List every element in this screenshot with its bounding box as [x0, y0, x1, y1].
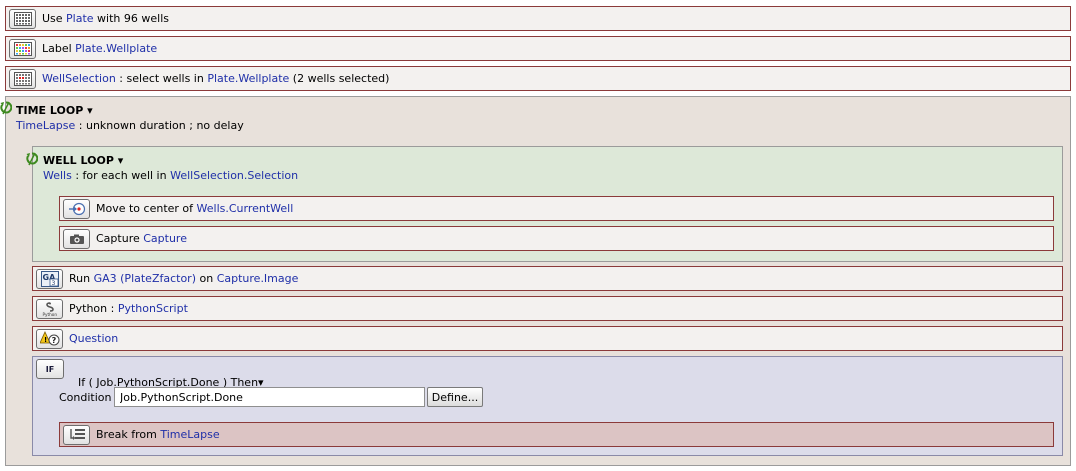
time-loop-description: TimeLapse : unknown duration ; no delay [16, 119, 244, 132]
loop-icon[interactable] [0, 101, 12, 115]
capture-prefix: Capture [96, 232, 144, 245]
timelapse-link[interactable]: TimeLapse [16, 119, 75, 132]
label-task[interactable]: Label Plate.Wellplate [5, 36, 1071, 61]
use-plate-task[interactable]: Use Plate with 96 wells [5, 6, 1071, 31]
well-plate-label-icon[interactable] [9, 38, 36, 59]
condition-input[interactable] [114, 387, 425, 407]
python-task[interactable]: Python Python : PythonScript [32, 296, 1063, 321]
run-ga3-task[interactable]: GA 3 Run GA3 (PlateZfactor) on Capture.Im… [32, 266, 1063, 291]
plate-link[interactable]: Plate [66, 12, 94, 25]
ga3-platezfactor-link[interactable]: GA3 (PlateZfactor) [94, 272, 196, 285]
python-prefix: Python : [69, 302, 118, 315]
camera-icon[interactable] [63, 228, 90, 249]
move-to-center-task[interactable]: Move to center of Wells.CurrentWell [59, 196, 1054, 221]
move-prefix: Move to center of [96, 202, 197, 215]
run-prefix: Run [69, 272, 94, 285]
capture-image-link[interactable]: Capture.Image [217, 272, 299, 285]
well-loop-description: Wells : for each well in WellSelection.S… [43, 169, 299, 182]
capture-task[interactable]: Capture Capture [59, 226, 1054, 251]
capture-link[interactable]: Capture [143, 232, 187, 245]
if-badge[interactable]: IF [36, 359, 64, 379]
svg-text:Python: Python [42, 312, 57, 317]
question-icon[interactable]: !? [36, 328, 63, 349]
run-mid: on [196, 272, 217, 285]
wellselection-count: (2 wells selected) [289, 72, 390, 85]
question-link[interactable]: Question [69, 332, 118, 345]
wells-link[interactable]: Wells [43, 169, 72, 182]
wellselection-mid: : select wells in [115, 72, 208, 85]
label-prefix: Label [42, 42, 76, 55]
break-icon[interactable] [63, 424, 90, 445]
svg-text:!: ! [44, 336, 47, 344]
if-condition-header[interactable]: If ( Job.PythonScript.Done ) Then▾ [71, 363, 264, 389]
svg-text:?: ? [51, 336, 56, 345]
break-prefix: Break from [96, 428, 161, 441]
break-task[interactable]: Break from TimeLapse [59, 422, 1054, 447]
pythonscript-link[interactable]: PythonScript [118, 302, 188, 315]
wells-currentwell-link[interactable]: Wells.CurrentWell [197, 202, 294, 215]
wellselection-selection-link[interactable]: WellSelection.Selection [170, 169, 298, 182]
break-timelapse-link[interactable]: TimeLapse [160, 428, 219, 441]
move-center-icon[interactable] [63, 198, 90, 219]
svg-text:3: 3 [51, 280, 55, 287]
python-icon[interactable]: Python [36, 298, 63, 319]
time-loop-dropdown-arrow[interactable]: ▾ [87, 104, 93, 117]
plate-wellplate-link[interactable]: Plate.Wellplate [75, 42, 157, 55]
define-button[interactable]: Define... [427, 387, 483, 407]
wellselection-link[interactable]: WellSelection [42, 72, 116, 85]
well-loop-dropdown-arrow[interactable]: ▾ [118, 154, 124, 167]
question-task[interactable]: !? Question [32, 326, 1063, 351]
loop-icon[interactable] [26, 152, 38, 166]
ga3-icon[interactable]: GA 3 [36, 268, 63, 289]
well-loop-title[interactable]: WELL LOOP ▾ [43, 154, 123, 167]
time-loop-title[interactable]: TIME LOOP ▾ [16, 104, 93, 117]
use-plate-prefix: Use [42, 12, 67, 25]
use-plate-suffix: with 96 wells [93, 12, 169, 25]
condition-label: Condition [59, 391, 112, 404]
well-selection-task[interactable]: WellSelection : select wells in Plate.We… [5, 66, 1071, 91]
plate-wellplate-link-2[interactable]: Plate.Wellplate [207, 72, 289, 85]
well-selection-icon[interactable] [9, 68, 36, 89]
well-plate-icon[interactable] [9, 8, 36, 29]
